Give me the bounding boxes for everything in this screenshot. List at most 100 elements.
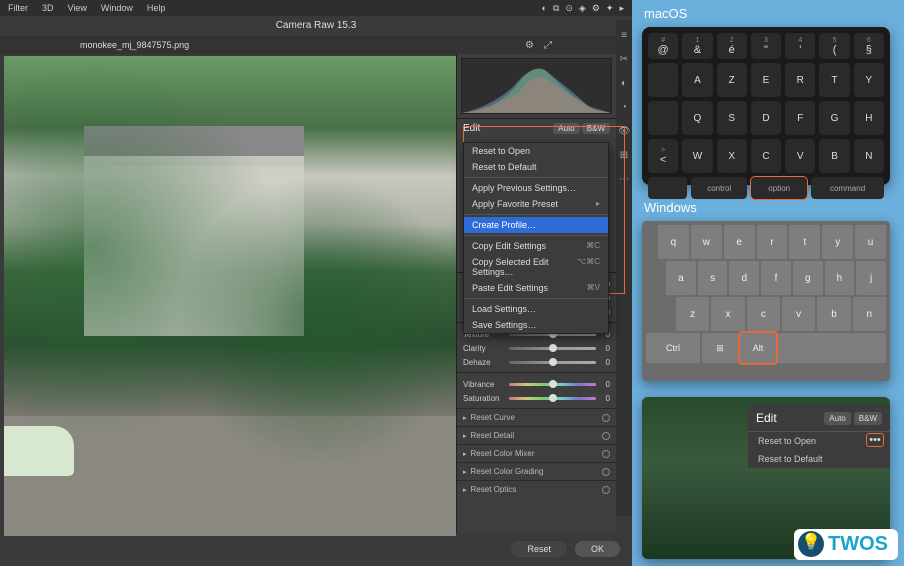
menu-3d[interactable]: 3D xyxy=(42,3,54,13)
bw-button[interactable]: B&W xyxy=(582,123,610,134)
key-g[interactable]: g xyxy=(793,261,823,295)
image-canvas[interactable] xyxy=(4,56,456,536)
key[interactable]: 5( xyxy=(819,33,849,59)
key[interactable]: 1& xyxy=(682,33,712,59)
menu-copy-edit[interactable]: Copy Edit Settings⌘C xyxy=(464,238,608,254)
key-control[interactable]: control xyxy=(691,177,747,199)
key-d[interactable]: d xyxy=(729,261,759,295)
slider-vibrance[interactable]: Vibrance0 xyxy=(463,380,610,389)
key-b[interactable]: B xyxy=(819,139,849,173)
bw-button[interactable]: B&W xyxy=(854,412,882,425)
key-ctrl[interactable]: Ctrl xyxy=(646,333,700,363)
key-win[interactable]: ⊞ xyxy=(702,333,738,363)
key-t[interactable]: t xyxy=(789,225,820,259)
menu-reset-to-default[interactable]: Reset to Default xyxy=(748,450,890,468)
key-q[interactable]: Q xyxy=(682,101,712,135)
key-b[interactable]: b xyxy=(817,297,850,331)
slider-clarity[interactable]: Clarity0 xyxy=(463,344,610,353)
key-option[interactable]: option xyxy=(751,177,807,199)
key-n[interactable]: n xyxy=(853,297,886,331)
slider-dehaze[interactable]: Dehaze0 xyxy=(463,358,610,367)
section-detail[interactable]: ▸Reset Detail xyxy=(457,426,616,444)
key-g[interactable]: G xyxy=(819,101,849,135)
key-x[interactable]: X xyxy=(717,139,747,173)
key-a[interactable]: A xyxy=(682,63,712,97)
key-f[interactable]: f xyxy=(761,261,791,295)
key-y[interactable]: y xyxy=(822,225,853,259)
histogram[interactable] xyxy=(461,58,612,114)
menu-apply-favorite[interactable]: Apply Favorite Preset▸ xyxy=(464,196,608,212)
section-color-grading[interactable]: ▸Reset Color Grading xyxy=(457,462,616,480)
key-h[interactable]: H xyxy=(854,101,884,135)
key-alt[interactable]: Alt xyxy=(740,333,776,363)
key-t[interactable]: T xyxy=(819,63,849,97)
slider-saturation[interactable]: Saturation0 xyxy=(463,394,610,403)
key-w[interactable]: W xyxy=(682,139,712,173)
menu-create-profile[interactable]: Create Profile… xyxy=(464,217,608,233)
menu-save-settings[interactable]: Save Settings… xyxy=(464,317,608,333)
mask-tool-icon[interactable]: ◔ xyxy=(618,102,630,114)
key[interactable]: 6§ xyxy=(854,33,884,59)
key-e[interactable]: E xyxy=(751,63,781,97)
key-caps[interactable] xyxy=(648,101,678,135)
key-c[interactable]: C xyxy=(751,139,781,173)
key-x[interactable]: x xyxy=(711,297,744,331)
redeye-tool-icon[interactable]: 👁 xyxy=(618,126,630,138)
menu-filter[interactable]: Filter xyxy=(8,3,28,13)
more-tool-icon[interactable]: ⋯ xyxy=(618,174,630,186)
key-command[interactable]: command xyxy=(811,177,884,199)
key-d[interactable]: D xyxy=(751,101,781,135)
heal-tool-icon[interactable]: ◐ xyxy=(618,78,630,90)
key-n[interactable]: N xyxy=(854,139,884,173)
key-r[interactable]: R xyxy=(785,63,815,97)
reset-button[interactable]: Reset xyxy=(511,541,567,557)
key[interactable]: 3" xyxy=(751,33,781,59)
key[interactable]: 2é xyxy=(717,33,747,59)
key-w[interactable]: w xyxy=(691,225,722,259)
key-v[interactable]: v xyxy=(782,297,815,331)
ok-button[interactable]: OK xyxy=(575,541,620,557)
key-y[interactable]: Y xyxy=(854,63,884,97)
key-h[interactable]: h xyxy=(825,261,855,295)
menu-window[interactable]: Window xyxy=(101,3,133,13)
menu-load-settings[interactable]: Load Settings… xyxy=(464,301,608,317)
menu-reset-to-open[interactable]: Reset to Open xyxy=(464,143,608,159)
key-z[interactable]: z xyxy=(676,297,709,331)
key-e[interactable]: e xyxy=(724,225,755,259)
menu-help[interactable]: Help xyxy=(147,3,166,13)
menu-paste-edit[interactable]: Paste Edit Settings⌘V xyxy=(464,280,608,296)
key-v[interactable]: V xyxy=(785,139,815,173)
section-curve[interactable]: ▸Reset Curve xyxy=(457,408,616,426)
edit-label: Edit xyxy=(756,411,777,425)
edit-tool-icon[interactable]: ≡ xyxy=(618,30,630,42)
more-dots-icon[interactable]: ••• xyxy=(866,433,884,447)
key-f[interactable]: F xyxy=(785,101,815,135)
auto-button[interactable]: Auto xyxy=(553,123,579,134)
key-c[interactable]: c xyxy=(747,297,780,331)
preset-tool-icon[interactable]: ⊞ xyxy=(618,150,630,162)
menu-reset-to-default[interactable]: Reset to Default xyxy=(464,159,608,175)
section-color-mixer[interactable]: ▸Reset Color Mixer xyxy=(457,444,616,462)
key-r[interactable]: r xyxy=(757,225,788,259)
auto-button[interactable]: Auto xyxy=(824,412,850,425)
crop-tool-icon[interactable]: ✂ xyxy=(618,54,630,66)
key-fn[interactable] xyxy=(648,177,687,199)
menu-apply-previous[interactable]: Apply Previous Settings… xyxy=(464,180,608,196)
section-optics[interactable]: ▸Reset Optics xyxy=(457,480,616,498)
key-j[interactable]: j xyxy=(856,261,886,295)
key-space[interactable] xyxy=(778,333,886,363)
key-s[interactable]: S xyxy=(717,101,747,135)
key-u[interactable]: u xyxy=(855,225,886,259)
key[interactable]: #@ xyxy=(648,33,678,59)
key-a[interactable]: a xyxy=(666,261,696,295)
key-s[interactable]: s xyxy=(698,261,728,295)
key-q[interactable]: q xyxy=(658,225,689,259)
menu-copy-selected-edit[interactable]: Copy Selected Edit Settings…⌥⌘C xyxy=(464,254,608,280)
gear-icon[interactable]: ⚙ xyxy=(525,40,534,51)
key-tab[interactable] xyxy=(648,63,678,97)
key-anglebracket[interactable]: >< xyxy=(648,139,678,173)
fullscreen-icon[interactable]: ⤢ xyxy=(544,40,552,51)
key[interactable]: 4' xyxy=(785,33,815,59)
menu-view[interactable]: View xyxy=(68,3,87,13)
key-z[interactable]: Z xyxy=(717,63,747,97)
